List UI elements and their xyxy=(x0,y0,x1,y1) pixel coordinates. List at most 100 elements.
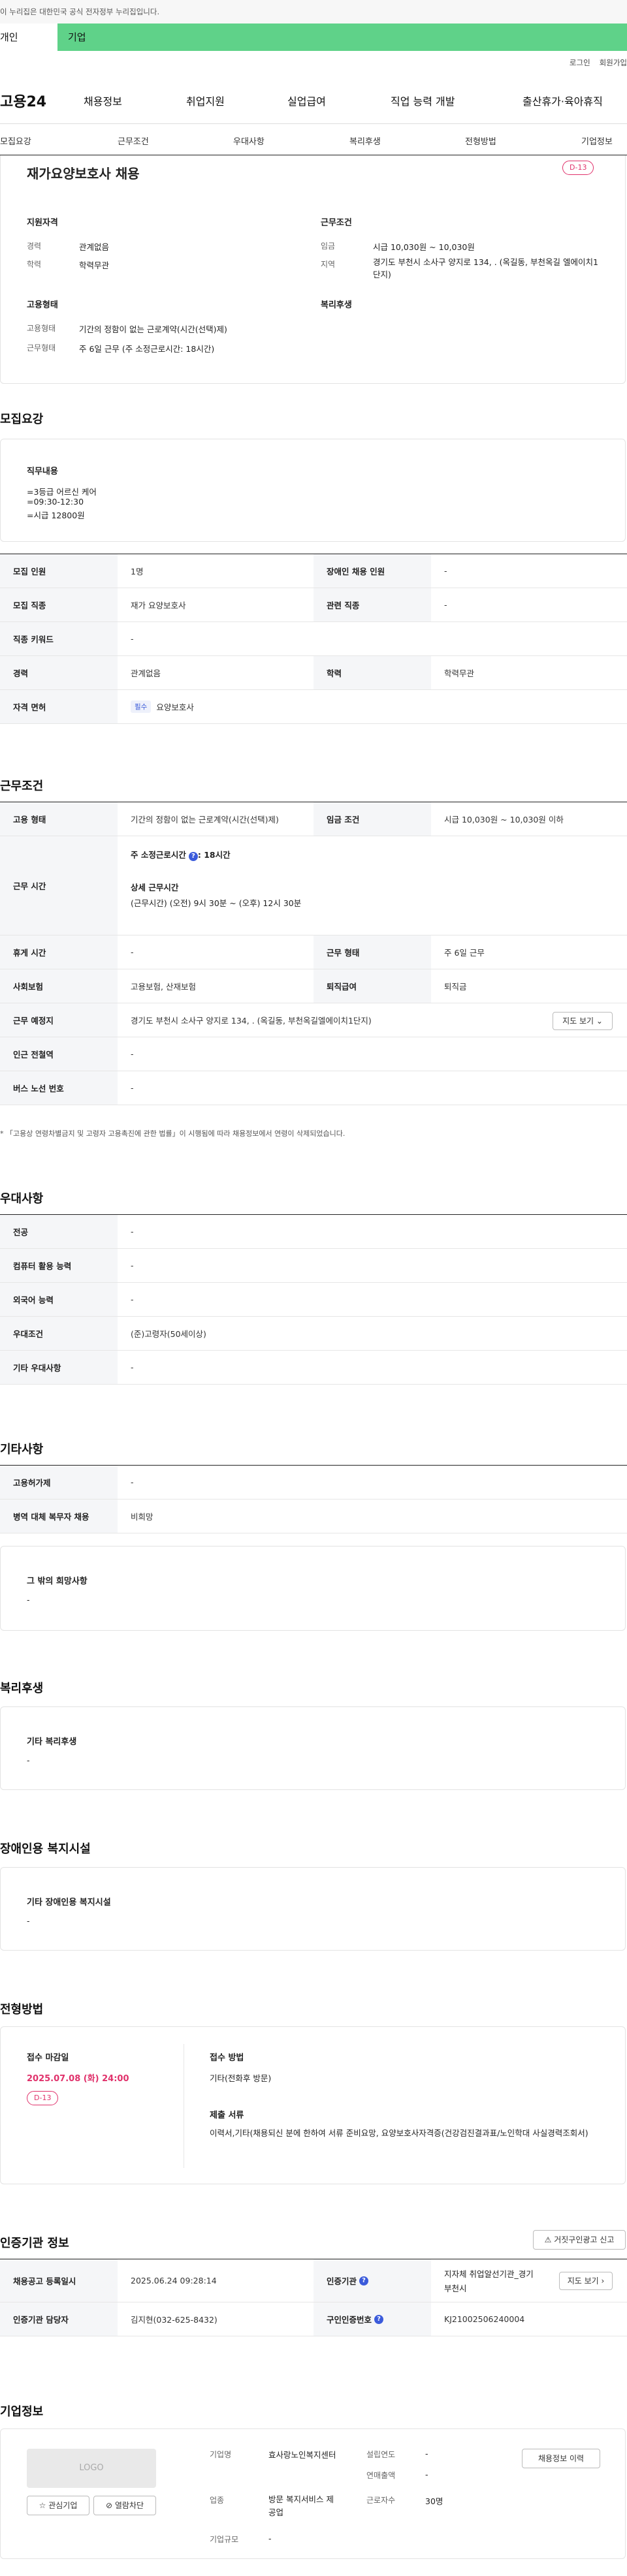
table-cell: 2025.06.24 09:28:14 xyxy=(131,2276,217,2285)
table-header: 근무 시간 xyxy=(0,836,118,935)
anchor-pref[interactable]: 우대사항 xyxy=(233,134,265,147)
section-anchor-nav: 모집요강 근무조건 우대사항 복리후생 전형방법 기업정보 xyxy=(0,125,627,155)
login-link[interactable]: 로그인 xyxy=(570,58,590,67)
site-logo[interactable]: 고용24 xyxy=(0,90,46,111)
map-view-button[interactable]: 지도 보기 › xyxy=(559,2272,613,2290)
help-icon[interactable]: ? xyxy=(359,2276,369,2285)
table-header: 직종 키워드 xyxy=(0,622,118,655)
anchor-process[interactable]: 전형방법 xyxy=(465,134,496,147)
edu-label: 학력 xyxy=(27,260,42,269)
history-button[interactable]: 채용정보 이력 xyxy=(522,2449,600,2468)
table-row: 경력 관계없음 학력 학력무관 xyxy=(0,656,627,690)
table-header: 구인인증번호? xyxy=(314,2302,431,2336)
table-row: 직종 키워드 - xyxy=(0,622,627,656)
table-cell: 학력무관 xyxy=(444,668,475,678)
table-header: 우대조건 xyxy=(0,1317,118,1350)
block-label: 열람차단 xyxy=(114,2501,144,2510)
docs-value: 이력서,기타(채용되신 분에 한하여 서류 준비요망, 요양보호사자격증(건강검… xyxy=(210,2128,588,2138)
detail-hours-value: (근무시간) (오전) 9시 30분 ~ (오후) 12시 30분 xyxy=(131,898,302,908)
anchor-recruit[interactable]: 모집요강 xyxy=(0,134,31,147)
nav-item-unemployment-benefit[interactable]: 실업급여 xyxy=(287,93,326,108)
nav-item-jobs[interactable]: 채용정보 xyxy=(84,93,122,108)
sales-label: 연매출액 xyxy=(366,2471,396,2480)
table-row: 우대조건 (준)고령자(50세이상) xyxy=(0,1317,627,1351)
map-view-label: 지도 보기 xyxy=(562,1016,594,1026)
map-view-label: 지도 보기 xyxy=(567,2276,599,2285)
table-header: 근무 예정지 xyxy=(0,1003,118,1037)
disabled-box: 기타 장애인용 복지시설 - xyxy=(0,1867,626,1951)
age-notice: * 「고용상 연령차별금지 및 고령자 고용촉진에 관한 법률」이 시행됨에 따… xyxy=(0,1129,346,1138)
work-type-value: 주 6일 근무 (주 소정근로시간: 18시간) xyxy=(79,344,215,354)
nav-item-vocational-training[interactable]: 직업 능력 개발 xyxy=(391,93,455,108)
report-label: 거짓구인광고 신고 xyxy=(554,2235,615,2244)
table-cell: 주 6일 근무 xyxy=(444,948,485,958)
qual-title: 지원자격 xyxy=(27,218,58,228)
nav-item-parental-leave[interactable]: 출산휴가·육아휴직 xyxy=(522,93,603,108)
detail-hours-title: 상세 근무시간 xyxy=(131,883,179,892)
other-wish-title: 그 밖의 희망사항 xyxy=(27,1577,88,1586)
anchor-work[interactable]: 근무조건 xyxy=(118,134,149,147)
wage-value: 시급 10,030원 ~ 10,030원 xyxy=(373,242,475,252)
company-size-label: 기업규모 xyxy=(210,2535,239,2544)
tab-personal-label: 개인 xyxy=(0,31,18,43)
table-row: 사회보험 고용보험, 산재보험 퇴직급여 퇴직금 xyxy=(0,969,627,1003)
company-name-value: 효사랑노인복지센터 xyxy=(268,2450,336,2460)
table-header: 모집 직종 xyxy=(0,588,118,621)
table-row: 전공 - xyxy=(0,1215,627,1249)
table-cell: - xyxy=(131,947,134,957)
table-cell: - xyxy=(131,1362,134,1372)
table-header: 버스 노선 번호 xyxy=(0,1071,118,1105)
org-label: 인증기관 xyxy=(327,2276,357,2286)
table-header: 인증기관? xyxy=(314,2259,431,2302)
pref-section-title: 우대사항 xyxy=(0,1192,44,1206)
weekly-hours-label: 주 소정근로시간 xyxy=(131,850,186,860)
table-cell: - xyxy=(131,1477,134,1487)
block-icon: ⊘ xyxy=(105,2501,113,2510)
report-button[interactable]: ⚠ 거짓구인광고 신고 xyxy=(533,2230,626,2250)
etc-section-title: 기타사항 xyxy=(0,1443,44,1456)
industry-value: 방문 복지서비스 제공업 xyxy=(268,2494,334,2517)
tab-personal[interactable]: 개인 xyxy=(0,24,57,51)
user-type-tabs: 개인 기업 xyxy=(0,24,627,51)
anchor-welfare[interactable]: 복리후생 xyxy=(349,134,381,147)
duty-line: =09:30-12:30 xyxy=(27,497,84,507)
duty-line: =시급 12800원 xyxy=(27,510,85,520)
favorite-label: 관심기업 xyxy=(48,2501,78,2510)
table-cell: - xyxy=(444,566,447,576)
block-button[interactable]: ⊘ 열람차단 xyxy=(93,2496,156,2515)
table-row: 모집 인원 1명 장애인 채용 인원 - xyxy=(0,554,627,588)
sales-value: - xyxy=(425,2470,428,2479)
emp-type-label: 고용형태 xyxy=(27,324,56,333)
table-header: 임금 조건 xyxy=(314,802,431,836)
table-cell: - xyxy=(131,1227,134,1236)
table-cell: - xyxy=(131,1083,134,1093)
anchor-company[interactable]: 기업정보 xyxy=(581,134,613,147)
table-header: 모집 인원 xyxy=(0,554,118,588)
table-row: 고용허가제 - xyxy=(0,1466,627,1500)
disabled-box-title: 기타 장애인용 복지시설 xyxy=(27,1898,111,1908)
method-title: 접수 방법 xyxy=(210,2053,244,2063)
table-header: 장애인 채용 인원 xyxy=(314,554,431,588)
table-cell: 퇴직금 xyxy=(444,982,467,992)
employees-label: 근로자수 xyxy=(366,2496,396,2505)
help-icon[interactable]: ? xyxy=(188,852,198,861)
table-row: 인증기관 담당자 김지현(032-625-8432) 구인인증번호? KJ210… xyxy=(0,2302,627,2336)
industry-label: 업종 xyxy=(210,2496,225,2505)
join-link[interactable]: 회원가입 xyxy=(600,58,627,67)
favorite-button[interactable]: ☆ 관심기업 xyxy=(27,2496,89,2515)
star-icon: ☆ xyxy=(39,2501,46,2510)
method-value: 기타(전화후 방문) xyxy=(210,2073,272,2083)
disabled-box-value: - xyxy=(27,1916,30,1926)
company-logo: LOGO xyxy=(27,2449,156,2488)
founded-label: 설립연도 xyxy=(366,2450,396,2459)
table-header: 채용공고 등록일시 xyxy=(0,2259,118,2302)
nav-item-employment-support[interactable]: 취업지원 xyxy=(186,93,225,108)
map-view-button[interactable]: 지도 보기 ⌄ xyxy=(553,1012,613,1030)
table-row: 외국어 능력 - xyxy=(0,1283,627,1317)
work-type-label: 근무형태 xyxy=(27,343,56,353)
etc-table: 고용허가제 - 병역 대체 복무자 채용 비희망 xyxy=(0,1465,627,1533)
table-header: 퇴직급여 xyxy=(314,969,431,1003)
career-value: 관계없음 xyxy=(79,242,110,252)
help-icon[interactable]: ? xyxy=(374,2314,384,2324)
tab-company[interactable]: 기업 xyxy=(68,24,86,51)
